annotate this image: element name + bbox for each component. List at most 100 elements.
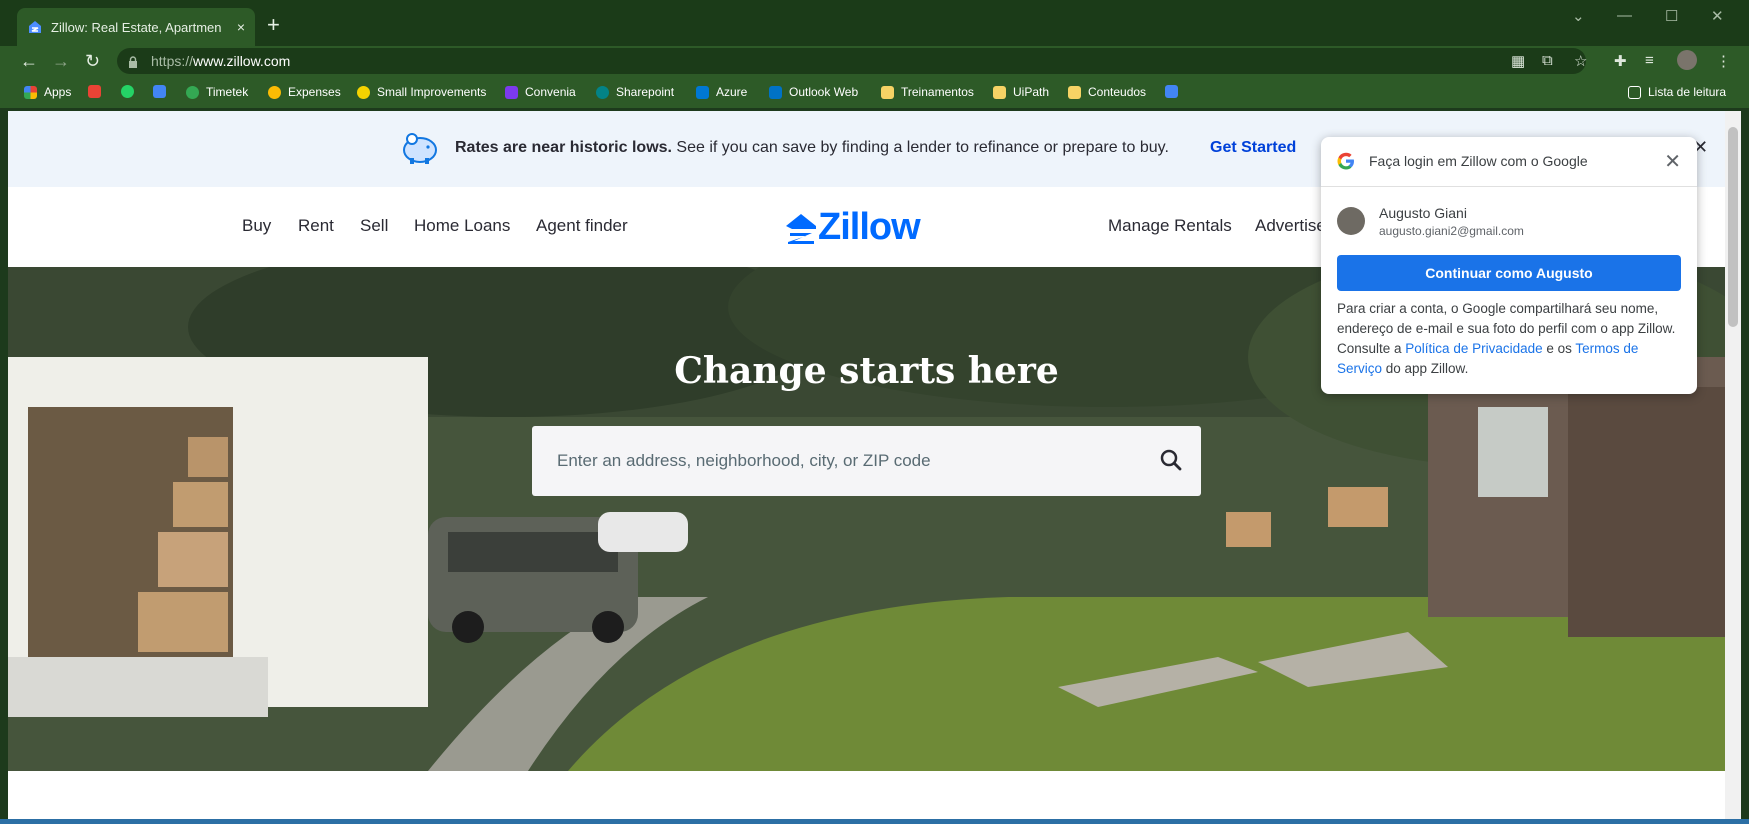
bookmark-outlook-web[interactable]: Outlook Web <box>769 85 858 99</box>
new-tab-button[interactable]: + <box>267 12 280 38</box>
address-bar[interactable] <box>117 48 1586 74</box>
page-scrollbar[interactable] <box>1725 111 1741 819</box>
extensions-icon[interactable]: ✚ <box>1614 52 1627 70</box>
popup-disclaimer: Para criar a conta, o Google compartilha… <box>1337 299 1687 379</box>
page-bottom <box>8 771 1725 819</box>
translate-icon[interactable]: ⧉ <box>1542 52 1553 69</box>
nav-rent[interactable]: Rent <box>298 216 334 236</box>
bookmark-apps[interactable]: Apps <box>24 85 71 99</box>
bookmark-calendar[interactable] <box>153 85 173 98</box>
nav-home-loans[interactable]: Home Loans <box>414 216 510 236</box>
popup-title: Faça login em Zillow com o Google <box>1369 153 1588 169</box>
bookmark-label: Sharepoint <box>616 85 675 99</box>
popup-divider <box>1321 186 1697 187</box>
bookmark-label: Azure <box>716 85 748 99</box>
bookmark-whatsapp[interactable] <box>121 85 141 98</box>
nav-manage-rentals[interactable]: Manage Rentals <box>1108 216 1232 236</box>
desktop-background-strip <box>0 819 1749 824</box>
folder-icon <box>1068 85 1081 99</box>
bookmark-label: Convenia <box>525 85 576 99</box>
bookmark-small-improvements[interactable]: Small Improvements <box>357 85 486 99</box>
url-text[interactable]: https://www.zillow.com <box>151 53 290 69</box>
reading-list-label: Lista de leitura <box>1648 85 1727 99</box>
search-icon[interactable] <box>1159 448 1183 472</box>
nav-sell[interactable]: Sell <box>360 216 388 236</box>
tab-zillow[interactable]: Zillow: Real Estate, Apartments, M × <box>17 8 255 46</box>
expenses-icon <box>268 85 281 99</box>
google-signin-popup: Faça login em Zillow com o Google ✕ Augu… <box>1321 137 1697 394</box>
folder-icon <box>993 85 1006 99</box>
window-close-icon[interactable]: ✕ <box>1711 7 1724 25</box>
disclaimer-text-3: do app Zillow. <box>1382 361 1469 376</box>
url-scheme: https:// <box>151 53 194 69</box>
get-started-link[interactable]: Get Started <box>1210 139 1296 157</box>
apps-grid-icon <box>24 85 37 99</box>
bookmark-azure[interactable]: Azure <box>696 85 747 99</box>
tab-title: Zillow: Real Estate, Apartments, M <box>51 19 221 35</box>
reading-list[interactable]: Lista de leitura <box>1628 85 1726 99</box>
account-email: augusto.giani2@gmail.com <box>1379 224 1524 238</box>
timetek-icon <box>186 85 199 99</box>
tab-close-icon[interactable]: × <box>237 19 245 35</box>
lock-icon[interactable] <box>128 56 138 68</box>
maximize-icon[interactable]: ☐ <box>1665 7 1678 25</box>
outlook-icon <box>769 85 782 99</box>
zillow-logo-icon <box>786 213 816 244</box>
bookmark-timetek[interactable]: Timetek <box>186 85 248 99</box>
continue-as-button[interactable]: Continuar como Augusto <box>1337 255 1681 291</box>
account-avatar <box>1337 207 1365 235</box>
zillow-logo[interactable]: Zillow <box>784 206 921 249</box>
tab-strip: Zillow: Real Estate, Apartments, M × + ⌄… <box>0 0 1749 46</box>
account-name: Augusto Giani <box>1379 205 1467 221</box>
tab-search-icon[interactable]: ⌄ <box>1572 7 1585 25</box>
bookmark-gmail[interactable] <box>88 85 108 98</box>
bookmark-sharepoint[interactable]: Sharepoint <box>596 85 674 99</box>
url-host: www.zillow.com <box>193 53 291 69</box>
back-arrow-icon[interactable]: ← <box>20 51 38 72</box>
bookmark-label: Apps <box>44 85 72 99</box>
menu-icon[interactable]: ⋮ <box>1716 52 1731 70</box>
bookmark-conteudos[interactable]: Conteudos <box>1068 85 1146 99</box>
bookmark-star-icon[interactable]: ☆ <box>1574 52 1587 70</box>
search-box <box>532 426 1201 496</box>
privacy-policy-link[interactable]: Política de Privacidade <box>1405 341 1542 356</box>
bookmark-uipath[interactable]: UiPath <box>993 85 1049 99</box>
nav-advertise[interactable]: Advertise <box>1255 216 1326 236</box>
banner-body-text: See if you can save by finding a lender … <box>671 139 1169 156</box>
bookmark-label: Timetek <box>206 85 249 99</box>
nav-agent-finder[interactable]: Agent finder <box>536 216 628 236</box>
reading-list-icon <box>1628 85 1641 99</box>
forward-arrow-icon[interactable]: → <box>52 51 70 72</box>
gmail-icon <box>88 85 101 98</box>
piggy-bank-icon <box>403 133 437 164</box>
bookmark-translate[interactable] <box>1165 85 1185 98</box>
search-input[interactable] <box>532 426 1152 496</box>
qr-code-icon[interactable]: ▦ <box>1511 52 1525 70</box>
popup-close-icon[interactable]: ✕ <box>1664 149 1681 174</box>
disclaimer-text-2: e os <box>1542 341 1576 356</box>
google-g-icon <box>1337 152 1354 170</box>
nav-buy[interactable]: Buy <box>242 216 271 236</box>
folder-icon <box>881 85 894 99</box>
reload-icon[interactable]: ↻ <box>85 51 100 72</box>
bookmark-label: Outlook Web <box>789 85 859 99</box>
scrollbar-thumb[interactable] <box>1728 127 1738 327</box>
azure-icon <box>696 85 709 99</box>
bookmark-convenia[interactable]: Convenia <box>505 85 576 99</box>
sharepoint-icon <box>596 85 609 99</box>
bookmark-label: Conteudos <box>1088 85 1147 99</box>
media-control-icon[interactable]: ≡ <box>1645 52 1654 69</box>
banner-bold-text: Rates are near historic lows. <box>455 139 672 156</box>
minimize-icon[interactable]: — <box>1617 7 1632 24</box>
zillow-logo-text: Zillow <box>818 206 921 248</box>
profile-avatar[interactable] <box>1677 50 1697 70</box>
browser-window: Zillow: Real Estate, Apartments, M × + ⌄… <box>0 0 1749 824</box>
bookmark-expenses[interactable]: Expenses <box>268 85 341 99</box>
bookmark-label: Small Improvements <box>377 85 487 99</box>
bookmark-label: Treinamentos <box>901 85 974 99</box>
bookmark-treinamentos[interactable]: Treinamentos <box>881 85 974 99</box>
small-improvements-icon <box>357 85 370 99</box>
bookmark-label: UiPath <box>1013 85 1050 99</box>
zillow-favicon-icon <box>29 21 41 33</box>
google-translate-icon <box>1165 85 1178 98</box>
